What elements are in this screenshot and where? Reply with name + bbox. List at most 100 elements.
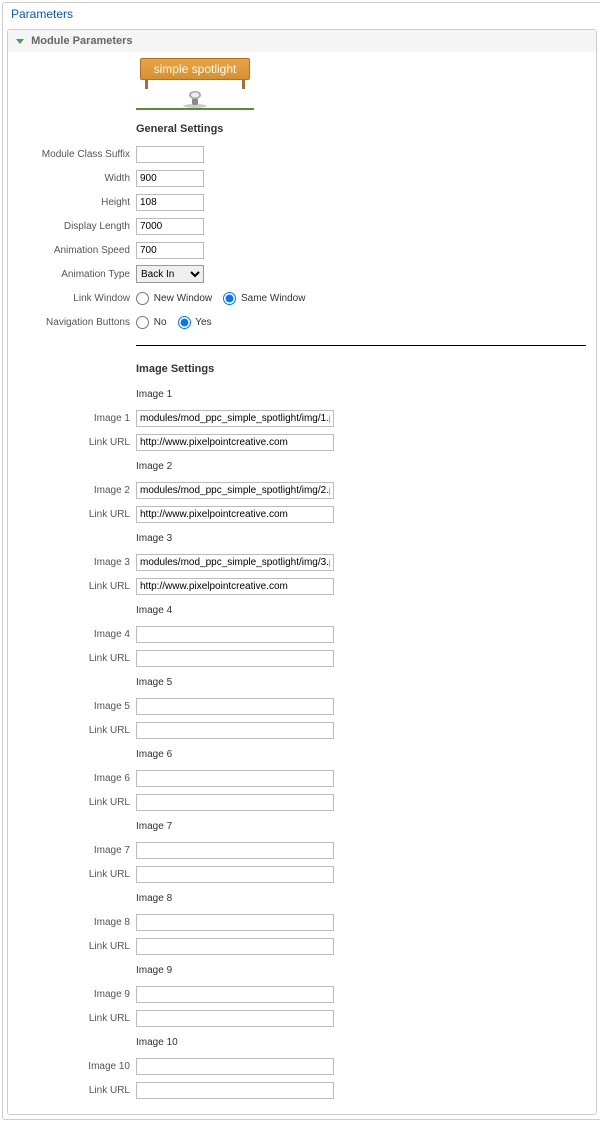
image-block-1: Image 1 Image 1 Link URL [18, 384, 586, 452]
image-path-row: Image 1 [18, 408, 586, 428]
image-path-input-2[interactable] [136, 482, 334, 499]
image-path-input-9[interactable] [136, 986, 334, 1003]
link-url-input-7[interactable] [136, 866, 334, 883]
display-length-input[interactable] [136, 218, 204, 235]
image-header-row: Image 1 [18, 384, 586, 404]
link-window-row: Link Window New Window Same Window [18, 288, 586, 308]
image-path-row: Image 2 [18, 480, 586, 500]
subpanel-header[interactable]: Module Parameters [8, 30, 596, 52]
image-header-row: Image 8 [18, 888, 586, 908]
display-length-row: Display Length [18, 216, 586, 236]
link-url-input-4[interactable] [136, 650, 334, 667]
image-block-9: Image 9 Image 9 Link URL [18, 960, 586, 1028]
nav-buttons-no-option[interactable]: No [136, 317, 167, 328]
link-window-same-radio[interactable] [223, 292, 236, 305]
image-path-input-1[interactable] [136, 410, 334, 427]
image-link-row: Link URL [18, 864, 586, 884]
image-path-row: Image 7 [18, 840, 586, 860]
link-url-input-1[interactable] [136, 434, 334, 451]
animation-speed-label: Animation Speed [18, 245, 136, 256]
image-link-row: Link URL [18, 936, 586, 956]
link-url-input-5[interactable] [136, 722, 334, 739]
image-header-1: Image 1 [136, 389, 586, 400]
subpanel-title: Module Parameters [31, 35, 132, 47]
nav-buttons-no-radio[interactable] [136, 316, 149, 329]
link-url-label-7: Link URL [18, 869, 136, 880]
separator [136, 345, 586, 346]
animation-type-label: Animation Type [18, 269, 136, 280]
image-block-2: Image 2 Image 2 Link URL [18, 456, 586, 524]
panel-title-link[interactable]: Parameters [11, 7, 73, 21]
general-settings-header-row: General Settings [18, 120, 586, 140]
animation-type-select[interactable]: Back In [136, 265, 204, 283]
image-header-10: Image 10 [136, 1037, 586, 1048]
image-label-4: Image 4 [18, 629, 136, 640]
image-path-row: Image 9 [18, 984, 586, 1004]
collapse-icon [16, 39, 24, 44]
width-input[interactable] [136, 170, 204, 187]
image-label-6: Image 6 [18, 773, 136, 784]
link-url-label-10: Link URL [18, 1085, 136, 1096]
nav-buttons-yes-radio[interactable] [178, 316, 191, 329]
image-path-input-5[interactable] [136, 698, 334, 715]
image-header-2: Image 2 [136, 461, 586, 472]
logo-row: simple spotlight [18, 58, 586, 116]
image-block-8: Image 8Image 8Link URL [18, 888, 586, 956]
image-path-input-4[interactable] [136, 626, 334, 643]
animation-speed-input[interactable] [136, 242, 204, 259]
link-window-new-radio[interactable] [136, 292, 149, 305]
image-label-9: Image 9 [18, 989, 136, 1000]
image-link-row: Link URL [18, 504, 586, 524]
image-header-6: Image 6 [136, 749, 586, 760]
height-input[interactable] [136, 194, 204, 211]
spotlight-icon [180, 87, 210, 109]
image-label-3: Image 3 [18, 557, 136, 568]
link-url-input-10[interactable] [136, 1082, 334, 1099]
image-link-row: Link URL [18, 1080, 586, 1100]
link-url-label-1: Link URL [18, 437, 136, 448]
link-url-label-8: Link URL [18, 941, 136, 952]
image-path-input-10[interactable] [136, 1058, 334, 1075]
image-header-row: Image 6 [18, 744, 586, 764]
width-label: Width [18, 173, 136, 184]
image-header-row: Image 2 [18, 456, 586, 476]
image-link-row: Link URL [18, 792, 586, 812]
link-window-same-option[interactable]: Same Window [223, 293, 305, 304]
link-url-input-6[interactable] [136, 794, 334, 811]
animation-speed-row: Animation Speed [18, 240, 586, 260]
image-header-3: Image 3 [136, 533, 586, 544]
link-url-input-9[interactable] [136, 1010, 334, 1027]
link-url-input-2[interactable] [136, 506, 334, 523]
width-row: Width [18, 168, 586, 188]
module-class-suffix-input[interactable] [136, 146, 204, 163]
image-header-row: Image 5 [18, 672, 586, 692]
image-path-input-8[interactable] [136, 914, 334, 931]
link-url-label-3: Link URL [18, 581, 136, 592]
image-path-input-3[interactable] [136, 554, 334, 571]
link-url-input-8[interactable] [136, 938, 334, 955]
image-block-10: Image 10Image 10Link URL [18, 1032, 586, 1100]
logo-sign: simple spotlight [140, 58, 250, 80]
image-header-row: Image 4 [18, 600, 586, 620]
navigation-buttons-row: Navigation Buttons No Yes [18, 312, 586, 332]
image-label-5: Image 5 [18, 701, 136, 712]
image-settings-title: Image Settings [136, 363, 586, 375]
height-row: Height [18, 192, 586, 212]
link-url-input-3[interactable] [136, 578, 334, 595]
image-header-7: Image 7 [136, 821, 586, 832]
image-link-row: Link URL [18, 1008, 586, 1028]
image-path-input-7[interactable] [136, 842, 334, 859]
image-block-5: Image 5Image 5Link URL [18, 672, 586, 740]
image-path-row: Image 6 [18, 768, 586, 788]
image-header-row: Image 7 [18, 816, 586, 836]
content-area: simple spotlight General Settings [8, 52, 596, 1114]
link-window-new-option[interactable]: New Window [136, 293, 212, 304]
link-url-label-2: Link URL [18, 509, 136, 520]
image-path-input-6[interactable] [136, 770, 334, 787]
navigation-buttons-label: Navigation Buttons [18, 317, 136, 328]
image-header-9: Image 9 [136, 965, 586, 976]
nav-buttons-yes-option[interactable]: Yes [178, 317, 212, 328]
link-url-label-4: Link URL [18, 653, 136, 664]
module-class-suffix-row: Module Class Suffix [18, 144, 586, 164]
simple-spotlight-logo: simple spotlight [136, 58, 254, 110]
